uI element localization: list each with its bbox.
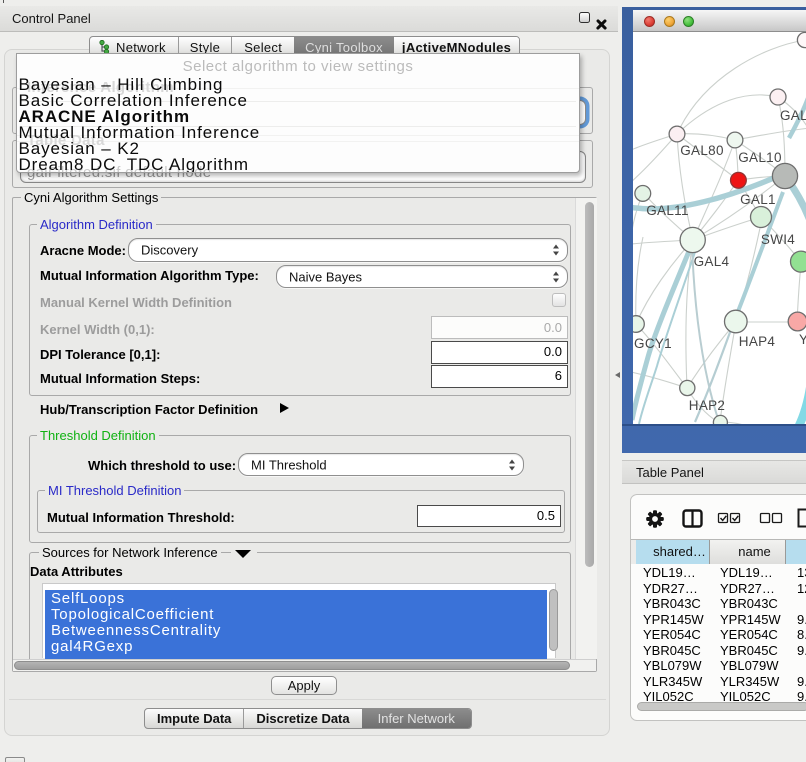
svg-text:GAL2: GAL2 bbox=[780, 108, 806, 123]
svg-text:GAL80: GAL80 bbox=[680, 143, 724, 158]
svg-text:GAL1: GAL1 bbox=[740, 192, 776, 207]
svg-text:GCY1: GCY1 bbox=[634, 336, 672, 351]
svg-text:GAL4: GAL4 bbox=[694, 254, 730, 269]
svg-text:GAL11: GAL11 bbox=[646, 203, 689, 218]
svg-text:Y: Y bbox=[799, 332, 806, 347]
svg-text:GAL10: GAL10 bbox=[738, 150, 782, 165]
svg-text:HAP2: HAP2 bbox=[689, 398, 725, 413]
svg-text:SWI4: SWI4 bbox=[761, 232, 795, 247]
svg-text:HAP4: HAP4 bbox=[739, 334, 776, 349]
